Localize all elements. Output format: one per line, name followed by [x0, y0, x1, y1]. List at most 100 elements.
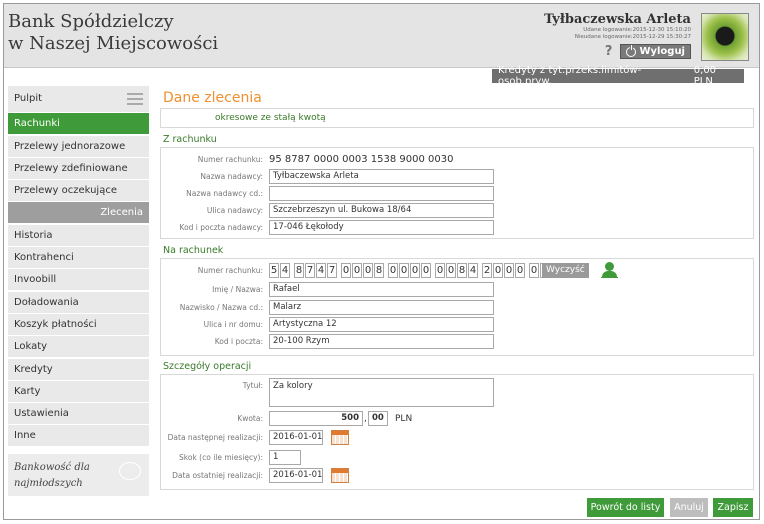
account-digit[interactable]: 0 [504, 263, 514, 278]
sidebar-item-lokaty[interactable]: Lokaty [8, 336, 149, 358]
account-digit[interactable]: 4 [280, 263, 290, 278]
sidebar-item-rachunki[interactable]: Rachunki [8, 113, 149, 135]
sender-postal-input[interactable]: 17-046 Łękołody [269, 220, 494, 235]
user-actions: ? Wyloguj [544, 44, 691, 59]
credit-summary-bar[interactable]: Kredyty z tyt.przeks.limitów-osob.pryw. … [492, 65, 744, 87]
account-digit[interactable]: 0 [421, 263, 431, 278]
next-date-label: Data następnej realizacji: [167, 433, 263, 442]
sender-name2-input[interactable] [269, 186, 494, 201]
recipient-surname-label: Nazwisko / Nazwa cd.: [179, 303, 263, 312]
sidebar-item-koszyk-platnosci[interactable]: Koszyk płatności [8, 313, 149, 335]
back-to-list-button[interactable]: Powrót do listy [587, 498, 664, 517]
order-type-notice: okresowe ze stałą kwotą [160, 108, 754, 128]
currency-label: PLN [395, 414, 413, 424]
sender-street-input[interactable]: Szczebrzeszyn ul. Bukowa 18/64 [269, 203, 494, 218]
sender-name2-label: Nazwa nadawcy cd.: [186, 189, 263, 198]
amount-label: Kwota: [237, 414, 263, 423]
sender-name-input[interactable]: Tyłbaczewska Arleta [269, 169, 494, 184]
sender-name-label: Nazwa nadawcy: [200, 172, 263, 181]
from-account-label: Numer rachunku: [197, 155, 263, 164]
title-textarea[interactable]: Za kolory [269, 378, 494, 407]
to-section-title: Na rachunek [163, 245, 224, 256]
account-digit[interactable]: 0 [388, 263, 398, 278]
sidebar-item-doladowania[interactable]: Doładowania [8, 291, 149, 313]
logout-button[interactable]: Wyloguj [620, 44, 691, 59]
account-digit[interactable]: 8 [457, 263, 467, 278]
from-account-value: 95 8787 0000 0003 1538 9000 0030 [269, 154, 454, 165]
recipient-postal-input[interactable]: 20-100 Rzym [269, 334, 494, 349]
recipient-name-label: Imię / Nazwa: [212, 285, 263, 294]
sidebar-item-pulpit[interactable]: Pulpit [8, 86, 149, 112]
menu-icon[interactable] [127, 93, 143, 105]
kids-banking-banner[interactable]: Bankowość dla najmłodszych [8, 454, 149, 497]
to-account-label: Numer rachunku: [197, 266, 263, 275]
clear-button[interactable]: Wyczyść [542, 263, 589, 278]
avatar[interactable] [701, 13, 749, 61]
account-digit[interactable]: 7 [327, 263, 337, 278]
sidebar-item-przelewy-jednorazowe[interactable]: Przelewy jednorazowe [8, 135, 149, 157]
recipient-name-input[interactable]: Rafael [269, 282, 494, 297]
amount-decimal-input[interactable]: 00 [368, 411, 388, 426]
bank-name-line1: Bank Spółdzielczy [8, 11, 174, 32]
account-digit[interactable]: 2 [482, 263, 492, 278]
from-section-title: Z rachunku [163, 134, 217, 145]
account-digit[interactable]: 4 [468, 263, 478, 278]
sidebar-item-ustawienia[interactable]: Ustawienia [8, 403, 149, 425]
question-icon[interactable]: ? [605, 44, 613, 59]
credit-label: Kredyty z tyt.przeks.limitów-osob.pryw. [498, 65, 642, 87]
account-digit[interactable]: 0 [399, 263, 409, 278]
sidebar: Pulpit Rachunki Przelewy jednorazowe Prz… [8, 86, 149, 497]
sidebar-item-invoobill[interactable]: Invoobill [8, 269, 149, 291]
calendar-icon[interactable] [331, 430, 349, 445]
account-digit[interactable]: 8 [294, 263, 304, 278]
next-date-input[interactable]: 2016-01-01 [269, 430, 323, 445]
details-section-title: Szczegóły operacji [163, 361, 252, 372]
sidebar-item-historia[interactable]: Historia [8, 224, 149, 246]
save-button[interactable]: Zapisz [713, 498, 753, 517]
account-digit[interactable]: 0 [341, 263, 351, 278]
to-section: Numer rachunku: 548747000800000084200000… [160, 258, 754, 356]
sidebar-item-przelewy-oczekujace[interactable]: Przelewy oczekujące [8, 180, 149, 202]
calendar-icon[interactable] [331, 468, 349, 483]
title-label: Tytuł: [242, 381, 263, 390]
recipient-street-label: Ulica i nr domu: [203, 320, 263, 329]
page-title: Dane zlecenia [163, 90, 262, 106]
account-digit[interactable]: 0 [410, 263, 420, 278]
sidebar-item-kontrahenci[interactable]: Kontrahenci [8, 247, 149, 269]
user-name: Tyłbaczewska Arleta [544, 12, 691, 27]
sidebar-item-karty[interactable]: Karty [8, 380, 149, 402]
account-digit[interactable]: 0 [363, 263, 373, 278]
account-digit[interactable]: 4 [316, 263, 326, 278]
recipient-postal-label: Kod i poczta: [214, 337, 263, 346]
power-icon [626, 44, 637, 57]
account-digit[interactable]: 0 [529, 263, 539, 278]
bank-logo[interactable]: Bank Spółdzielczy w Naszej Miejscowości [8, 11, 218, 55]
account-digit[interactable]: 7 [305, 263, 315, 278]
recipient-street-input[interactable]: Artystyczna 12 [269, 317, 494, 332]
account-digit[interactable]: 0 [493, 263, 503, 278]
last-date-input[interactable]: 2016-01-01 [269, 468, 323, 483]
recipient-surname-input[interactable]: Malarz [269, 300, 494, 315]
to-account-input[interactable]: 54874700080000008420000010 [269, 263, 573, 278]
account-digit[interactable]: 0 [446, 263, 456, 278]
logout-label: Wyloguj [639, 46, 685, 57]
sender-street-label: Ulica nadawcy: [206, 206, 263, 215]
step-input[interactable]: 1 [269, 450, 301, 465]
sidebar-item-kredyty[interactable]: Kredyty [8, 358, 149, 380]
amount-integer-input[interactable]: 500 [269, 411, 363, 426]
cancel-button[interactable]: Anuluj [670, 498, 708, 517]
sidebar-item-inne[interactable]: Inne [8, 425, 149, 447]
app-window: Bank Spółdzielczy w Naszej Miejscowości … [3, 3, 760, 520]
account-digit[interactable]: 0 [515, 263, 525, 278]
account-digit[interactable]: 0 [352, 263, 362, 278]
sidebar-item-zlecenia[interactable]: Zlecenia [8, 202, 149, 224]
account-digit[interactable]: 0 [435, 263, 445, 278]
account-digit[interactable]: 5 [269, 263, 279, 278]
details-section: Tytuł: Za kolory Kwota: 500 , 00 PLN Dat… [160, 374, 754, 490]
account-digit[interactable]: 8 [374, 263, 384, 278]
header: Bank Spółdzielczy w Naszej Miejscowości … [4, 4, 759, 68]
step-label: Skok (co ile miesięcy): [179, 453, 263, 462]
person-icon[interactable] [601, 262, 618, 278]
failed-login: Nieudane logowanie:2015-12-29 15:30:27 [574, 34, 691, 40]
sidebar-item-przelewy-zdefiniowane[interactable]: Przelewy zdefiniowane [8, 157, 149, 179]
